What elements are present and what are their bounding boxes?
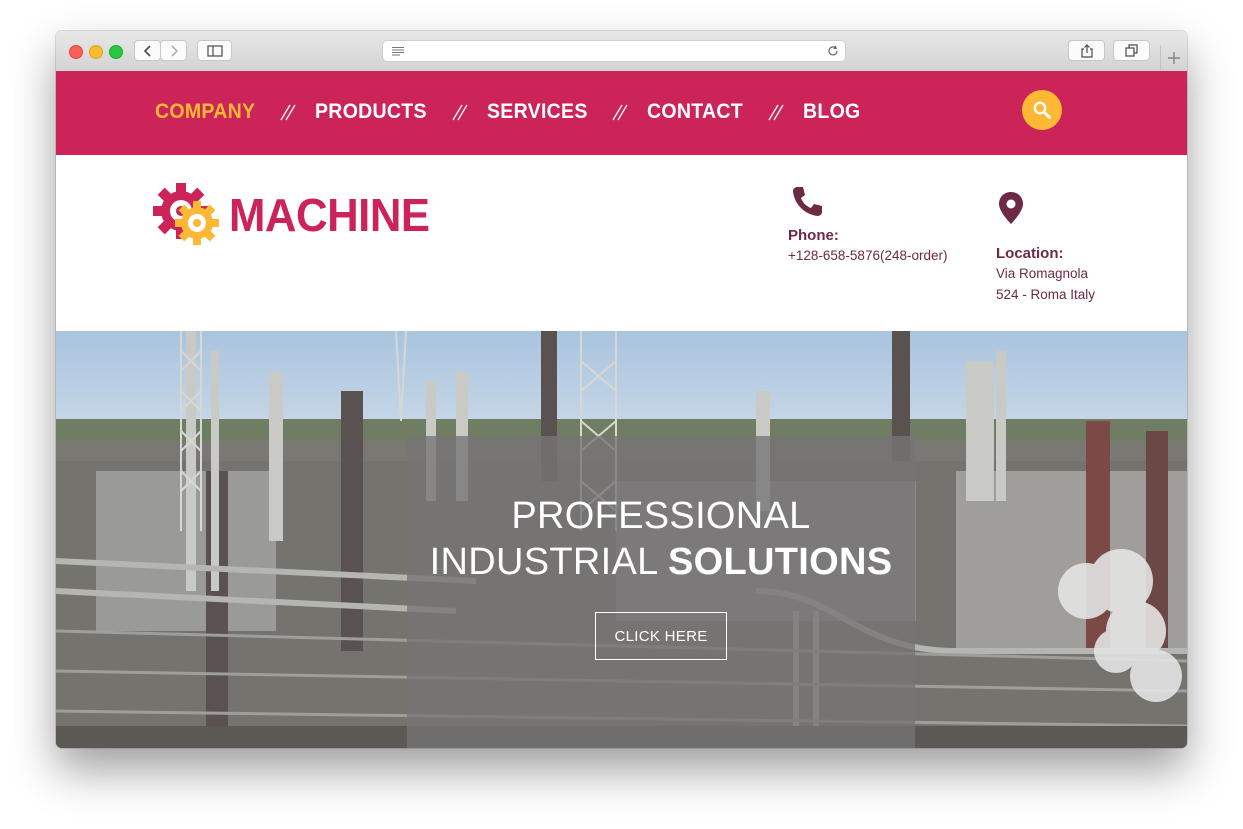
location-pin-icon xyxy=(999,192,1023,224)
location-line-1: Via Romagnola xyxy=(996,266,1089,281)
browser-toolbar xyxy=(56,31,1187,72)
phone-info: Phone: +128-658-5876(248-order) xyxy=(788,185,947,266)
forward-icon xyxy=(170,44,178,57)
nav-separator-icon xyxy=(280,104,296,121)
new-tab-button[interactable] xyxy=(1160,45,1187,71)
main-navbar: COMPANY PRODUCTS SERVICES CONTACT BLOG xyxy=(56,71,1187,155)
forward-button[interactable] xyxy=(160,40,187,61)
share-button[interactable] xyxy=(1068,40,1105,61)
back-button[interactable] xyxy=(134,40,161,61)
location-info: Location: Via Romagnola 524 - Roma Italy xyxy=(996,191,1095,305)
phone-value[interactable]: +128-658-5876(248-order) xyxy=(788,245,947,266)
close-window-button[interactable] xyxy=(69,45,83,59)
minimize-window-button[interactable] xyxy=(89,45,103,59)
logo[interactable]: MACHINE xyxy=(153,183,440,247)
main-nav: COMPANY PRODUCTS SERVICES CONTACT BLOG xyxy=(155,100,864,124)
hero-overlay-panel: PROFESSIONAL INDUSTRIAL SOLUTIONS CLICK … xyxy=(407,436,915,748)
url-input[interactable] xyxy=(411,43,815,61)
nav-separator-icon xyxy=(768,104,784,121)
reader-icon[interactable] xyxy=(391,46,405,56)
click-here-button[interactable]: CLICK HERE xyxy=(595,612,727,660)
nav-item-contact[interactable]: CONTACT xyxy=(647,100,743,124)
nav-separator-icon xyxy=(452,104,468,121)
reload-icon[interactable] xyxy=(827,45,839,57)
logo-text: MACHINE xyxy=(229,189,430,241)
search-icon xyxy=(1033,101,1051,119)
location-label: Location: xyxy=(996,245,1064,262)
search-button[interactable] xyxy=(1022,90,1062,130)
phone-label: Phone: xyxy=(788,227,839,244)
address-bar[interactable] xyxy=(382,40,846,62)
nav-item-company[interactable]: COMPANY xyxy=(155,100,255,124)
hero-title: PROFESSIONAL INDUSTRIAL SOLUTIONS xyxy=(407,493,915,585)
location-line-2: 524 - Roma Italy xyxy=(996,287,1096,302)
gears-icon xyxy=(153,183,219,245)
hero-title-line-2-regular: INDUSTRIAL xyxy=(429,541,668,583)
browser-window: COMPANY PRODUCTS SERVICES CONTACT BLOG M… xyxy=(56,31,1187,748)
hero-title-line-1: PROFESSIONAL xyxy=(511,495,811,537)
share-icon xyxy=(1080,43,1093,58)
tabs-button[interactable] xyxy=(1113,40,1150,61)
nav-item-blog[interactable]: BLOG xyxy=(803,100,861,124)
zoom-window-button[interactable] xyxy=(109,45,123,59)
sidebar-button[interactable] xyxy=(197,40,232,61)
nav-item-products[interactable]: PRODUCTS xyxy=(315,100,427,124)
hero-banner: PROFESSIONAL INDUSTRIAL SOLUTIONS CLICK … xyxy=(56,331,1187,748)
sidebar-icon xyxy=(206,44,223,57)
phone-icon xyxy=(793,187,822,216)
tabs-icon xyxy=(1125,44,1138,57)
site-header: MACHINE Phone: +128-658-5876(248-order) … xyxy=(56,155,1187,331)
hero-title-line-2-bold: SOLUTIONS xyxy=(668,541,893,583)
nav-item-services[interactable]: SERVICES xyxy=(487,100,588,124)
nav-separator-icon xyxy=(612,104,628,121)
back-icon xyxy=(143,44,151,57)
plus-icon xyxy=(1168,52,1180,64)
